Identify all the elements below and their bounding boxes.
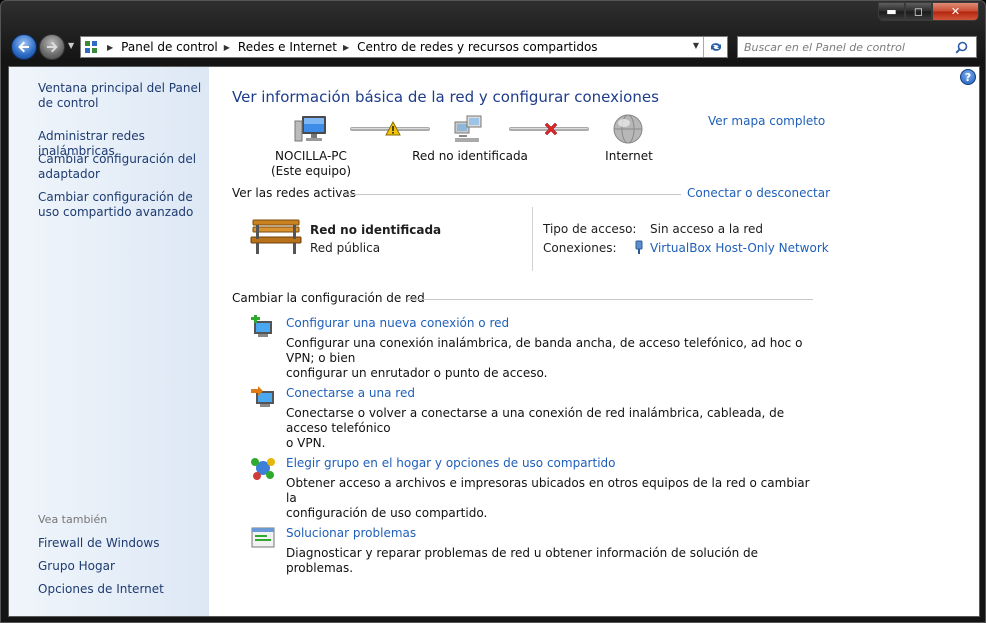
- homegroup-sharing-link[interactable]: Elegir grupo en el hogar y opciones de u…: [286, 456, 616, 470]
- breadcrumb-redes-e-internet[interactable]: Redes e Internet: [238, 40, 337, 54]
- divider: [344, 194, 681, 195]
- active-networks-heading: Ver las redes activas: [232, 186, 356, 200]
- map-internet-label: Internet: [605, 149, 653, 163]
- connect-to-network-description: Conectarse o volver a conectarse a una c…: [286, 406, 816, 451]
- forward-button[interactable]: [39, 34, 65, 60]
- refresh-button[interactable]: [703, 37, 727, 57]
- description-line: Diagnosticar y reparar problemas de red …: [286, 546, 759, 575]
- vertical-divider: [532, 207, 533, 271]
- change-settings-heading: Cambiar la configuración de red: [232, 291, 425, 305]
- description-line: Configurar una conexión inalámbrica, de …: [286, 336, 803, 365]
- description-line: Conectarse o volver a conectarse a una c…: [286, 406, 785, 435]
- recent-pages-dropdown[interactable]: ▼: [68, 41, 74, 50]
- map-computer-label: NOCILLA-PC (Este equipo): [268, 149, 354, 179]
- network-adapter-icon: [634, 240, 644, 258]
- description-line: o VPN.: [286, 436, 326, 450]
- breadcrumb-centro-de-redes[interactable]: Centro de redes y recursos compartidos: [357, 40, 597, 54]
- adapter-connection-link[interactable]: VirtualBox Host-Only Network: [650, 241, 829, 255]
- window: ▬ ◻ ✕ ▼ ▶ Panel de control ▶ Redes e Int…: [0, 0, 986, 623]
- page-title: Ver información básica de la red y confi…: [232, 88, 659, 106]
- sidebar: Ventana principal del Panel de control A…: [9, 67, 209, 616]
- search-box: [737, 36, 977, 58]
- caption-buttons: ▬ ◻ ✕: [878, 2, 979, 21]
- computer-name: NOCILLA-PC: [275, 149, 347, 163]
- access-type-label: Tipo de acceso:: [543, 222, 637, 236]
- new-connection-icon: [250, 314, 276, 341]
- arrow-left-icon: [18, 41, 29, 53]
- troubleshoot-link[interactable]: Solucionar problemas: [286, 526, 416, 540]
- sidebar-link-advanced-sharing[interactable]: Cambiar configuración de uso compartido …: [38, 190, 208, 220]
- internet-globe-icon: [612, 113, 644, 148]
- sidebar-link-homegroup[interactable]: Grupo Hogar: [38, 559, 208, 574]
- homegroup-icon: [250, 455, 276, 481]
- help-icon[interactable]: ?: [960, 69, 976, 85]
- control-panel-icon: [81, 37, 101, 57]
- homegroup-sharing-description: Obtener acceso a archivos e impresoras u…: [286, 476, 816, 521]
- computer-sub-label: (Este equipo): [271, 164, 351, 178]
- search-icon[interactable]: [950, 41, 972, 54]
- divider: [408, 299, 813, 300]
- sidebar-link-control-panel-home[interactable]: Ventana principal del Panel de control: [38, 81, 208, 111]
- address-bar[interactable]: ▶ Panel de control ▶ Redes e Internet ▶ …: [80, 36, 728, 58]
- description-line: Obtener acceso a archivos e impresoras u…: [286, 476, 810, 505]
- content-area: Ventana principal del Panel de control A…: [8, 66, 980, 617]
- refresh-icon: [710, 43, 721, 51]
- maximize-button[interactable]: ◻: [905, 2, 932, 21]
- full-map-link[interactable]: Ver mapa completo: [708, 114, 825, 128]
- sidebar-link-firewall[interactable]: Firewall de Windows: [38, 536, 208, 551]
- error-x-icon: [543, 121, 559, 140]
- unidentified-network-icon: [453, 114, 485, 147]
- connections-label: Conexiones:: [543, 241, 617, 255]
- access-type-value: Sin acceso a la red: [650, 222, 764, 236]
- connect-to-network-link[interactable]: Conectarse a una red: [286, 386, 415, 400]
- breadcrumb-panel-de-control[interactable]: Panel de control: [121, 40, 218, 54]
- breadcrumb-separator[interactable]: ▶: [107, 43, 113, 52]
- breadcrumb-separator[interactable]: ▶: [343, 43, 349, 52]
- warning-icon: [385, 120, 401, 139]
- park-bench-icon: [250, 217, 302, 260]
- setup-connection-link[interactable]: Configurar una nueva conexión o red: [286, 316, 509, 330]
- minimize-button[interactable]: ▬: [878, 2, 905, 21]
- sidebar-link-adapter-settings[interactable]: Cambiar configuración del adaptador: [38, 152, 208, 182]
- description-line: configurar un enrutador o punto de acces…: [286, 366, 548, 380]
- sidebar-link-internet-options[interactable]: Opciones de Internet: [38, 582, 208, 597]
- network-type-link[interactable]: Red pública: [310, 241, 380, 255]
- setup-connection-description: Configurar una conexión inalámbrica, de …: [286, 336, 816, 381]
- see-also-heading: Vea también: [38, 513, 108, 526]
- search-input[interactable]: [738, 37, 950, 57]
- connect-disconnect-link[interactable]: Conectar o desconectar: [687, 186, 830, 200]
- troubleshoot-icon: [250, 525, 276, 551]
- arrow-right-icon: [47, 41, 58, 53]
- back-button[interactable]: [11, 34, 37, 60]
- troubleshoot-description: Diagnosticar y reparar problemas de red …: [286, 546, 816, 576]
- breadcrumb-separator[interactable]: ▶: [224, 43, 230, 52]
- map-network-label: Red no identificada: [412, 149, 528, 163]
- computer-icon: [294, 113, 328, 148]
- description-line: configuración de uso compartido.: [286, 506, 488, 520]
- connect-network-icon: [250, 385, 276, 411]
- address-history-dropdown[interactable]: ▼: [693, 41, 699, 50]
- close-button[interactable]: ✕: [932, 2, 979, 21]
- active-network-name: Red no identificada: [310, 223, 442, 237]
